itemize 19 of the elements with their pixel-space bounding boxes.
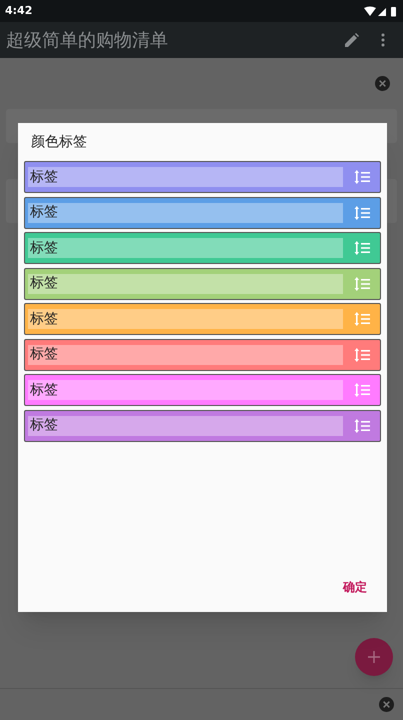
sort-icon[interactable] xyxy=(354,206,370,220)
sort-icon[interactable] xyxy=(354,312,370,326)
status-time: 4:42 xyxy=(5,2,32,19)
close-icon[interactable] xyxy=(379,697,394,712)
add-button[interactable] xyxy=(355,638,393,676)
edit-icon[interactable] xyxy=(345,33,359,47)
dialog-title: 颜色标签 xyxy=(31,132,87,152)
sort-icon[interactable] xyxy=(354,276,370,290)
sort-icon[interactable] xyxy=(354,241,370,255)
more-icon[interactable] xyxy=(381,33,385,47)
sort-icon[interactable] xyxy=(354,348,370,362)
app-title: 超级简单的购物清单 xyxy=(6,28,169,52)
sort-icon[interactable] xyxy=(354,383,370,397)
close-icon[interactable] xyxy=(375,76,390,91)
sort-icon[interactable] xyxy=(354,170,370,184)
confirm-button[interactable]: 确定 xyxy=(341,576,369,598)
status-icons xyxy=(364,6,398,16)
plus-icon xyxy=(368,651,380,663)
sort-icon[interactable] xyxy=(354,418,370,432)
